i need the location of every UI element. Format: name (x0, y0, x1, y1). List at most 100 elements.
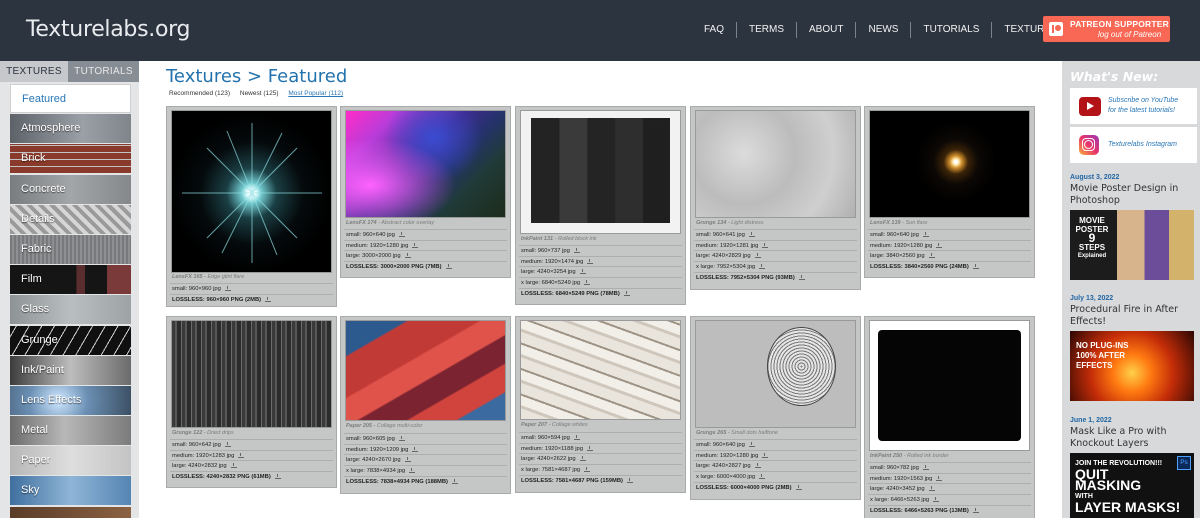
sort-recommended[interactable]: Recommended (123) (169, 90, 230, 97)
download-medium[interactable]: medium: 1920×1280 jpg (344, 239, 507, 251)
download-large[interactable]: large: 4240×3452 jpg (868, 483, 1031, 494)
category-featured[interactable]: Featured (10, 84, 131, 113)
download-small[interactable]: small: 960×737 jpg (519, 245, 682, 256)
texture-thumbnail[interactable] (869, 320, 1030, 451)
texture-thumbnail[interactable] (171, 320, 332, 428)
download-medium[interactable]: medium: 1920×1563 jpg (868, 472, 1031, 484)
category-fabric[interactable]: Fabric (10, 234, 131, 264)
download-medium[interactable]: medium: 1920×1281 jpg (694, 239, 857, 251)
tab-textures[interactable]: TEXTURES (0, 61, 68, 82)
category-details[interactable]: Details (10, 204, 131, 234)
nav-tutorials[interactable]: TUTORIALS (910, 22, 991, 38)
instagram-link[interactable]: Texturelabs Instagram (1070, 127, 1197, 163)
download-medium[interactable]: medium: 1920×1188 jpg (519, 442, 682, 454)
download-large[interactable]: large: 4240×2829 jpg (694, 250, 857, 261)
texture-card-paper-207[interactable]: Paper 207 - Collage whites small: 960×59… (515, 316, 686, 493)
nav-news[interactable]: NEWS (855, 22, 910, 38)
download-lossless[interactable]: LOSSLESS: 7581×4687 PNG (159MB) (519, 474, 682, 486)
download-small[interactable]: small: 960×605 jpg (344, 433, 507, 444)
download-small[interactable]: small: 960×641 jpg (694, 229, 857, 240)
download-large[interactable]: large: 4240×3254 jpg (519, 266, 682, 277)
download-large[interactable]: large: 3840×2560 jpg (868, 250, 1031, 261)
download-medium[interactable]: medium: 1920×1474 jpg (519, 255, 682, 267)
category-lens-effects[interactable]: Lens Effects (10, 385, 131, 415)
site-logo[interactable]: Texturelabs.org (26, 17, 190, 42)
download-large[interactable]: large: 3000×2000 jpg (344, 250, 507, 261)
nav-faq[interactable]: FAQ (692, 22, 736, 38)
download-x-large[interactable]: x large: 7952×5304 jpg (694, 261, 857, 272)
category-grunge[interactable]: Grunge (10, 325, 131, 355)
download-medium[interactable]: medium: 1920×1280 jpg (694, 449, 857, 461)
download-small[interactable]: small: 960×594 jpg (519, 432, 682, 443)
texture-thumbnail[interactable] (345, 320, 506, 421)
download-small[interactable]: small: 960×640 jpg (868, 229, 1031, 240)
download-large[interactable]: large: 4240×2827 jpg (694, 460, 857, 471)
youtube-subscribe-link[interactable]: Subscribe on YouTube for the latest tutor… (1070, 88, 1197, 124)
post-title[interactable]: Procedural Fire in After Effects! (1070, 304, 1197, 328)
texture-thumbnail[interactable] (520, 110, 681, 234)
download-small[interactable]: small: 960×640 jpg (694, 439, 857, 450)
category-atmosphere[interactable]: Atmosphere (10, 114, 131, 144)
download-large[interactable]: large: 4240×2832 jpg (170, 460, 333, 471)
download-medium[interactable]: medium: 1920×1283 jpg (170, 449, 333, 461)
post-image[interactable]: NO PLUG-INS 100% AFTER EFFECTS (1070, 331, 1194, 401)
category-sky[interactable]: Sky (10, 476, 131, 506)
news-post-procedural-fire[interactable]: July 13, 2022 Procedural Fire in After E… (1070, 295, 1197, 401)
texture-thumbnail[interactable] (695, 110, 856, 218)
download-lossless[interactable]: LOSSLESS: 7952×5304 PNG (93MB) (694, 271, 857, 283)
download-small[interactable]: small: 960×642 jpg (170, 439, 333, 450)
texture-card-grunge-265[interactable]: Grunge 265 - Small dots halftone small: … (690, 316, 861, 500)
texture-card-lensfx-174[interactable]: LensFX 174 - Abstract color overlay smal… (340, 106, 511, 278)
download-medium[interactable]: medium: 1920×1209 jpg (344, 443, 507, 455)
post-title[interactable]: Movie Poster Design in Photoshop (1070, 183, 1197, 207)
download-lossless[interactable]: LOSSLESS: 6466×5263 PNG (13MB) (868, 504, 1031, 516)
download-x-large[interactable]: x large: 6466×5263 jpg (868, 494, 1031, 505)
category-more[interactable] (10, 506, 131, 518)
download-small[interactable]: small: 960×960 jpg (170, 283, 333, 294)
download-small[interactable]: small: 960×782 jpg (868, 462, 1031, 473)
category-glass[interactable]: Glass (10, 295, 131, 325)
texture-thumbnail[interactable] (171, 110, 332, 273)
download-large[interactable]: large: 4240×2622 jpg (519, 453, 682, 464)
texture-card-grunge-134[interactable]: Grunge 134 - Light distress small: 960×6… (690, 106, 861, 290)
download-lossless[interactable]: LOSSLESS: 7838×4934 PNG (188MB) (344, 475, 507, 487)
texture-thumbnail[interactable] (520, 320, 681, 420)
download-lossless[interactable]: LOSSLESS: 3000×2000 PNG (7MB) (344, 261, 507, 272)
category-concrete[interactable]: Concrete (10, 174, 131, 204)
download-x-large[interactable]: x large: 7838×4934 jpg (344, 465, 507, 476)
texture-card-grunge-122[interactable]: Grunge 122 - Dried drips small: 960×642 … (166, 316, 337, 488)
category-ink-paint[interactable]: Ink/Paint (10, 355, 131, 385)
texture-card-lensfx-165[interactable]: LensFX 165 - Edge glint flare small: 960… (166, 106, 337, 307)
download-lossless[interactable]: LOSSLESS: 3840×2560 PNG (24MB) (868, 261, 1031, 272)
patreon-logout-link[interactable]: log out of Patreon (1098, 30, 1161, 39)
download-lossless[interactable]: LOSSLESS: 960×960 PNG (2MB) (170, 293, 333, 305)
post-image[interactable]: Ps JOIN THE REVOLUTION!!! QUIT MASKING W… (1070, 453, 1194, 518)
download-large[interactable]: large: 4240×2670 jpg (344, 454, 507, 465)
news-post-movie-poster[interactable]: August 3, 2022 Movie Poster Design in Ph… (1070, 174, 1197, 280)
category-paper[interactable]: Paper (10, 446, 131, 476)
download-lossless[interactable]: LOSSLESS: 6000×4000 PNG (2MB) (694, 481, 857, 493)
tab-tutorials[interactable]: TUTORIALS (68, 61, 139, 82)
nav-terms[interactable]: TERMS (736, 22, 796, 38)
sort-newest[interactable]: Newest (125) (240, 90, 279, 97)
texture-thumbnail[interactable] (695, 320, 856, 428)
download-lossless[interactable]: LOSSLESS: 6840×5249 PNG (78MB) (519, 287, 682, 299)
news-post-knockout-layers[interactable]: June 1, 2022 Mask Like a Pro with Knocko… (1070, 417, 1197, 518)
download-x-large[interactable]: x large: 6840×5249 jpg (519, 277, 682, 288)
download-small[interactable]: small: 960×640 jpg (344, 229, 507, 240)
texture-thumbnail[interactable] (345, 110, 506, 218)
texture-card-paper-205[interactable]: Paper 205 - Collage multi-color small: 9… (340, 316, 511, 494)
download-lossless[interactable]: LOSSLESS: 4240×2832 PNG (61MB) (170, 471, 333, 482)
patreon-supporter-button[interactable]: PATREON SUPPORTER log out of Patreon (1043, 16, 1170, 42)
texture-thumbnail[interactable] (869, 110, 1030, 218)
download-x-large[interactable]: x large: 6000×4000 jpg (694, 471, 857, 482)
sort-most-popular[interactable]: Most Popular (112) (288, 90, 343, 97)
nav-about[interactable]: ABOUT (796, 22, 855, 38)
post-title[interactable]: Mask Like a Pro with Knockout Layers (1070, 426, 1197, 450)
texture-card-lensfx-139[interactable]: LensFX 139 - Sun flare small: 960×640 jp… (864, 106, 1035, 278)
download-x-large[interactable]: x large: 7581×4687 jpg (519, 464, 682, 475)
category-metal[interactable]: Metal (10, 416, 131, 446)
texture-card-inkpaint-250[interactable]: InkPaint 250 - Rolled ink border small: … (864, 316, 1035, 518)
texture-card-inkpaint-131[interactable]: InkPaint 131 - Rolled block ink small: 9… (515, 106, 686, 305)
download-medium[interactable]: medium: 1920×1280 jpg (868, 239, 1031, 251)
